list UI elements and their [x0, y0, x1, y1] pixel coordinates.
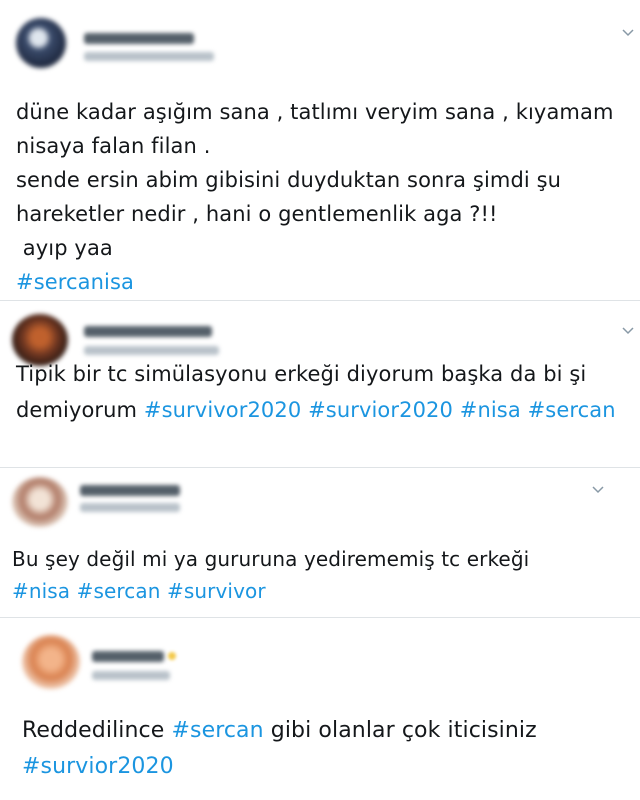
tweet-line: hareketler nedir , hani o gentlemenlik a… [16, 202, 498, 226]
hashtag-link[interactable]: #sercan [171, 718, 263, 743]
avatar[interactable] [12, 477, 68, 527]
hashtag-link[interactable]: #sercanisa [16, 270, 134, 294]
tweet-line: Tipik bir tc simülasyonu erkeği diyorum … [16, 362, 587, 386]
tweet-line: sende ersin abim gibisini duyduktan sonr… [16, 168, 562, 192]
hashtag-link[interactable]: #survior2020 [22, 754, 174, 779]
chevron-down-icon[interactable] [620, 24, 636, 40]
author-name[interactable] [84, 326, 212, 337]
tweet-text: Tipik bir tc simülasyonu erkeği diyorum … [16, 356, 616, 428]
hashtag-link[interactable]: #survivor2020 [144, 398, 301, 422]
tweet[interactable]: Bu şey değil mi ya gururuna yedirememiş … [0, 467, 640, 617]
author-handle [84, 346, 219, 355]
hashtag-link[interactable]: #sercan [77, 579, 161, 603]
author-handle [92, 671, 170, 680]
hashtag-link[interactable]: #sercan [528, 398, 616, 422]
verified-icon [168, 652, 176, 660]
hashtag-link[interactable]: #nisa [12, 579, 70, 603]
avatar[interactable] [22, 635, 80, 689]
hashtag-link[interactable]: #survivor [167, 579, 266, 603]
tweet[interactable]: Reddedilince #sercan gibi olanlar çok it… [0, 617, 640, 800]
author-name[interactable] [84, 33, 194, 44]
author-name[interactable] [92, 651, 164, 662]
tweet-line: Bu şey değil mi ya gururuna yedirememiş … [12, 547, 530, 571]
tweet-line: düne kadar aşığım sana , tatlımı veryim … [16, 100, 614, 124]
tweet[interactable]: düne kadar aşığım sana , tatlımı veryim … [0, 0, 640, 305]
tweet-line: demiyorum [16, 398, 144, 422]
author-name[interactable] [80, 485, 180, 496]
chevron-down-icon[interactable] [620, 322, 636, 338]
tweet-text: Reddedilince #sercan gibi olanlar çok it… [22, 713, 537, 785]
tweet-text: düne kadar aşığım sana , tatlımı veryim … [16, 95, 614, 299]
author-handle [80, 503, 180, 512]
hashtag-link[interactable]: #survior2020 [308, 398, 453, 422]
tweet[interactable]: Tipik bir tc simülasyonu erkeği diyorum … [0, 300, 640, 470]
tweet-line: ayıp yaa [16, 236, 113, 260]
tweet-text: Bu şey değil mi ya gururuna yedirememiş … [12, 543, 529, 607]
tweet-line: gibi olanlar çok iticisiniz [263, 718, 537, 743]
author-handle [84, 52, 214, 61]
tweet-line: nisaya falan filan . [16, 134, 211, 158]
tweet-line: Reddedilince [22, 718, 172, 743]
chevron-down-icon[interactable] [590, 481, 606, 497]
hashtag-link[interactable]: #nisa [460, 398, 521, 422]
avatar[interactable] [16, 18, 66, 68]
